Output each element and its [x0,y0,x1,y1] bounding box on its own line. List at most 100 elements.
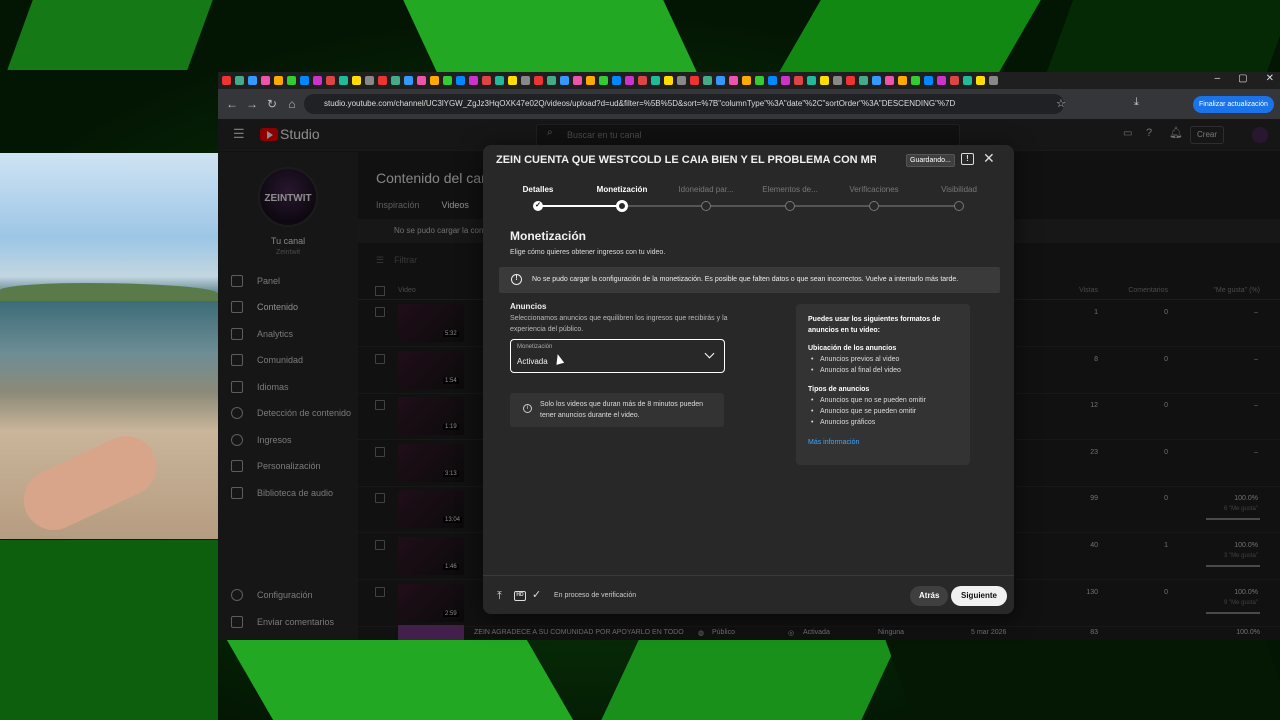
browser-tab-favicon[interactable] [274,76,283,85]
browser-tab-favicon[interactable] [599,76,608,85]
browser-tab-favicon[interactable] [391,76,400,85]
browser-tab-favicon[interactable] [820,76,829,85]
back-icon[interactable]: ← [222,97,242,111]
chevron-down-icon [704,348,715,359]
home-icon[interactable]: ⌂ [282,97,302,111]
step-dot [869,201,879,211]
browser-tab-favicon[interactable] [703,76,712,85]
check-icon: ✓ [533,201,543,211]
browser-tab-favicon[interactable] [716,76,725,85]
browser-tab-favicon[interactable] [586,76,595,85]
list-item: Anuncios que se pueden omitir [808,406,958,417]
reload-icon[interactable]: ↻ [262,97,282,111]
types-title: Tipos de anuncios [808,386,870,393]
browser-tab-favicon[interactable] [339,76,348,85]
download-icon[interactable]: ⤓ [1134,96,1139,109]
browser-tab-favicon[interactable] [261,76,270,85]
browser-tab-favicon[interactable] [222,76,231,85]
close-window-icon[interactable]: ✕ [1266,73,1274,84]
step-monetizacion[interactable]: Monetización [577,185,667,194]
browser-tab-favicon[interactable] [651,76,660,85]
browser-tab-favicon[interactable] [378,76,387,85]
report-issue-icon[interactable]: ! [961,153,974,165]
list-item: Anuncios que no se pueden omitir [808,395,958,406]
browser-tab-favicon[interactable] [963,76,972,85]
browser-tab-favicon[interactable] [807,76,816,85]
browser-tab-favicon[interactable] [326,76,335,85]
hd-icon[interactable]: HD [514,591,526,601]
upload-icon[interactable]: ⤒ [497,590,502,603]
step-elementos[interactable]: Elementos de... [745,185,835,194]
note-text: Solo los videos que duran más de 8 minut… [540,401,704,419]
browser-tab-favicon[interactable] [469,76,478,85]
browser-tab-favicon[interactable] [664,76,673,85]
browser-tab-favicon[interactable] [482,76,491,85]
browser-tab-favicon[interactable] [313,76,322,85]
browser-tab-favicon[interactable] [612,76,621,85]
more-info-link[interactable]: Más información [808,437,958,448]
browser-tab-favicon[interactable] [235,76,244,85]
browser-tab-favicon[interactable] [833,76,842,85]
browser-tab-favicon[interactable] [638,76,647,85]
browser-tab-favicon[interactable] [300,76,309,85]
warning-text: No se pudo cargar la configuración de la… [532,276,959,283]
step-verificaciones[interactable]: Verificaciones [829,185,919,194]
browser-tab-favicon[interactable] [859,76,868,85]
footer-status: En proceso de verificación [554,592,637,599]
browser-tab-favicon[interactable] [534,76,543,85]
browser-tab-favicon[interactable] [846,76,855,85]
browser-tab-favicon[interactable] [898,76,907,85]
browser-tab-favicon[interactable] [560,76,569,85]
browser-tab-favicon[interactable] [508,76,517,85]
list-item: Anuncios al final del video [808,365,958,376]
browser-tab-favicon[interactable] [911,76,920,85]
browser-tab-favicon[interactable] [430,76,439,85]
step-idoneidad[interactable]: Idoneidad par... [661,185,751,194]
next-button[interactable]: Siguiente [951,586,1008,606]
browser-tab-favicon[interactable] [456,76,465,85]
update-button[interactable]: Finalizar actualización [1193,96,1274,113]
browser-tab-favicon[interactable] [573,76,582,85]
browser-tab-favicon[interactable] [729,76,738,85]
browser-tab-favicon[interactable] [742,76,751,85]
step-dot [701,201,711,211]
browser-tab-favicon[interactable] [443,76,452,85]
browser-tab-favicon[interactable] [768,76,777,85]
browser-tab-favicon[interactable] [365,76,374,85]
forward-icon[interactable]: → [242,97,262,111]
browser-tab-favicon[interactable] [924,76,933,85]
browser-tab-favicon[interactable] [417,76,426,85]
monetization-select[interactable]: Monetización Activada [510,339,725,373]
browser-tab-favicon[interactable] [989,76,998,85]
info-icon: ! [511,274,522,285]
step-visibilidad[interactable]: Visibilidad [914,185,1004,194]
maximize-icon[interactable]: ▢ [1238,73,1247,84]
step-detalles[interactable]: Detalles [493,185,583,194]
browser-tab-favicon[interactable] [872,76,881,85]
browser-tab-favicon[interactable] [781,76,790,85]
url-field[interactable]: studio.youtube.com/channel/UC3lYGW_ZgJz3… [304,94,1064,114]
browser-tab-favicon[interactable] [794,76,803,85]
browser-tab-favicon[interactable] [547,76,556,85]
browser-tab-favicon[interactable] [690,76,699,85]
browser-tab-favicon[interactable] [677,76,686,85]
browser-tab-favicon[interactable] [248,76,257,85]
browser-tab-favicon[interactable] [287,76,296,85]
browser-tab-favicon[interactable] [976,76,985,85]
browser-tab-favicon[interactable] [352,76,361,85]
browser-tab-favicon[interactable] [885,76,894,85]
section-subheading: Elige cómo quieres obtener ingresos con … [510,249,666,256]
browser-tab-favicon[interactable] [937,76,946,85]
back-button[interactable]: Atrás [910,586,949,606]
browser-tab-favicon[interactable] [495,76,504,85]
bookmark-star-icon[interactable]: ☆ [1056,97,1066,110]
placement-title: Ubicación de los anuncios [808,345,897,352]
browser-tab-favicon[interactable] [625,76,634,85]
browser-tab-favicon[interactable] [521,76,530,85]
check-circle-icon[interactable]: ✓ [532,588,541,601]
minimize-icon[interactable]: – [1215,73,1221,84]
browser-tab-favicon[interactable] [755,76,764,85]
close-icon[interactable]: ✕ [983,150,995,167]
browser-tab-favicon[interactable] [404,76,413,85]
browser-tab-favicon[interactable] [950,76,959,85]
